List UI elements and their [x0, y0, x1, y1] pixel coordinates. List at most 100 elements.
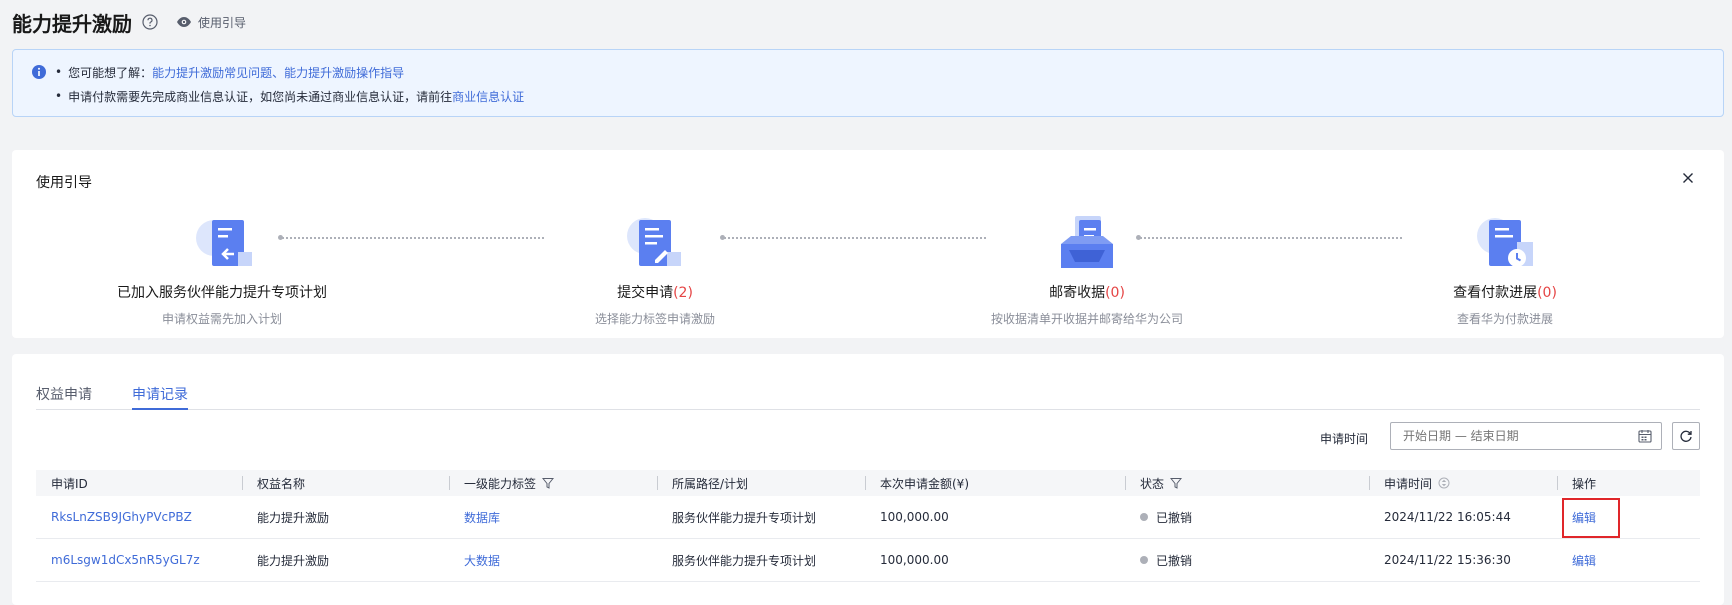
column-header-time: 申请时间	[1369, 470, 1557, 496]
cell-id: RksLnZSB9JGhyPVcPBZ	[36, 496, 242, 539]
cell-id: m6Lsgw1dCx5nR5yGL7z	[36, 539, 242, 582]
page-header: 能力提升激励 使用引导	[12, 8, 246, 36]
cell-status: 已撤销	[1125, 496, 1369, 539]
step-title: 提交申请(2)	[505, 282, 805, 302]
close-icon[interactable]	[1680, 170, 1696, 186]
status-dot	[1140, 556, 1148, 564]
step-desc: 选择能力标签申请激励	[594, 312, 715, 326]
eye-icon	[177, 17, 191, 27]
faq-link[interactable]: 能力提升激励常见问题	[152, 64, 272, 81]
step-payment-progress: 查看付款进展(0) 查看华为付款进展	[1355, 210, 1655, 327]
operation-guide-link[interactable]: 能力提升激励操作指导	[284, 64, 404, 81]
refresh-icon	[1680, 430, 1692, 442]
step-count: (0)	[1105, 285, 1125, 301]
step-count: (0)	[1537, 285, 1557, 301]
column-header-amount: 本次申请金额(¥)	[865, 470, 1125, 496]
step-title: 查看付款进展(0)	[1355, 282, 1655, 302]
table-row: m6Lsgw1dCx5nR5yGL7z 能力提升激励 大数据 服务伙伴能力提升专…	[36, 539, 1700, 582]
cell-plan: 服务伙伴能力提升专项计划	[672, 510, 817, 525]
date-range-input[interactable]	[1390, 422, 1662, 450]
step-title-text: 邮寄收据	[1049, 285, 1106, 301]
column-label: 一级能力标签	[464, 476, 537, 491]
tab-application-records[interactable]: 申请记录	[132, 384, 188, 410]
status-dot	[1140, 513, 1148, 521]
table-row: RksLnZSB9JGhyPVcPBZ 能力提升激励 数据库 服务伙伴能力提升专…	[36, 496, 1700, 539]
bullet: •	[55, 65, 63, 79]
records-table: 申请ID 权益名称 一级能力标签 所属路径/计划 本次申请金额(¥) 状态 申请…	[36, 470, 1700, 582]
document-return-icon	[196, 220, 252, 266]
cell-benefit-name: 能力提升激励	[257, 553, 330, 568]
notice-row-faq: • 您可能想了解： 能力提升激励常见问题 、 能力提升激励操作指导	[31, 60, 1705, 84]
filter-icon[interactable]	[1170, 477, 1183, 489]
cell-amount: 100,000.00	[880, 510, 949, 524]
cell-time: 2024/11/22 16:05:44	[1384, 510, 1511, 524]
apply-time-filter-label: 申请时间	[1319, 432, 1368, 446]
bullet: •	[55, 89, 63, 103]
cell-action: 编辑	[1557, 539, 1700, 582]
step-desc: 查看华为付款进展	[1456, 312, 1553, 326]
step-title-text: 已加入服务伙伴能力提升专项计划	[117, 285, 327, 301]
cell-tag: 数据库	[449, 496, 657, 539]
highlight-box	[1562, 497, 1620, 538]
mailbox-icon	[1061, 216, 1113, 268]
column-header-plan: 所属路径/计划	[657, 470, 865, 496]
filter-icon[interactable]	[542, 477, 555, 489]
step-count: (2)	[673, 285, 693, 301]
notice-prefix: 您可能想了解：	[68, 65, 153, 80]
cell-time: 2024/11/22 15:36:30	[1384, 553, 1511, 567]
column-header-id: 申请ID	[36, 470, 242, 496]
page-title: 能力提升激励	[12, 11, 132, 36]
column-header-status: 状态	[1125, 470, 1369, 496]
column-label: 本次申请金额(¥)	[880, 476, 969, 491]
step-title-text: 查看付款进展	[1453, 285, 1538, 301]
step-desc: 按收据清单开收据并邮寄给华为公司	[990, 312, 1183, 326]
separator: 、	[272, 65, 285, 80]
step-title: 邮寄收据(0)	[937, 282, 1237, 302]
step-joined-plan: 已加入服务伙伴能力提升专项计划 申请权益需先加入计划	[72, 210, 372, 327]
records-card: 权益申请 申请记录 申请时间 申请ID 权益名称 一级能力标签 所属路径/计划 …	[12, 354, 1724, 605]
table-header: 申请ID 权益名称 一级能力标签 所属路径/计划 本次申请金额(¥) 状态 申请…	[36, 470, 1700, 496]
help-icon[interactable]	[142, 14, 158, 30]
calendar-icon[interactable]	[1638, 429, 1652, 443]
column-header-action: 操作	[1557, 470, 1700, 496]
sort-icon[interactable]	[1438, 477, 1450, 489]
status-text: 已撤销	[1156, 553, 1193, 568]
cell-plan: 服务伙伴能力提升专项计划	[672, 553, 817, 568]
refresh-button[interactable]	[1672, 422, 1700, 450]
step-mail-receipt: 邮寄收据(0) 按收据清单开收据并邮寄给华为公司	[937, 210, 1237, 327]
column-label: 申请时间	[1384, 476, 1433, 491]
column-label: 权益名称	[257, 476, 306, 491]
info-icon	[31, 64, 47, 80]
document-clock-icon	[1477, 218, 1533, 267]
status-text: 已撤销	[1156, 510, 1193, 525]
usage-guide-link[interactable]: 使用引导	[176, 14, 246, 31]
usage-guide-label: 使用引导	[198, 15, 247, 30]
capability-tag-link[interactable]: 数据库	[464, 509, 500, 526]
usage-guide-card: 使用引导 已加入服务伙伴能力提升专项计划 申请权益需先加入计划 提交申请(2) …	[12, 150, 1724, 338]
step-title: 已加入服务伙伴能力提升专项计划	[72, 282, 372, 302]
step-desc: 申请权益需先加入计划	[161, 312, 282, 326]
cell-tag: 大数据	[449, 539, 657, 582]
cell-amount: 100,000.00	[880, 553, 949, 567]
tab-benefit-application[interactable]: 权益申请	[36, 384, 92, 410]
column-label: 状态	[1140, 476, 1165, 491]
business-cert-link[interactable]: 商业信息认证	[452, 88, 524, 105]
cell-action: 编辑	[1557, 496, 1700, 539]
cert-notice-text: 申请付款需要先完成商业信息认证，如您尚未通过商业信息认证，请前往	[68, 89, 453, 104]
record-id-link[interactable]: m6Lsgw1dCx5nR5yGL7z	[51, 553, 200, 567]
column-header-benefit-name: 权益名称	[242, 470, 449, 496]
step-submit-application: 提交申请(2) 选择能力标签申请激励	[505, 210, 805, 327]
cell-benefit-name: 能力提升激励	[257, 510, 330, 525]
capability-tag-link[interactable]: 大数据	[464, 552, 500, 569]
info-notice: • 您可能想了解： 能力提升激励常见问题 、 能力提升激励操作指导 • 申请付款…	[12, 49, 1724, 117]
guide-card-title: 使用引导	[36, 175, 92, 191]
document-edit-icon	[627, 218, 681, 266]
column-label: 操作	[1572, 476, 1597, 491]
tab-bar: 权益申请 申请记录	[36, 384, 1700, 410]
column-label: 申请ID	[51, 476, 88, 491]
notice-row-cert: • 申请付款需要先完成商业信息认证，如您尚未通过商业信息认证，请前往 商业信息认…	[31, 84, 1705, 108]
cell-status: 已撤销	[1125, 539, 1369, 582]
record-id-link[interactable]: RksLnZSB9JGhyPVcPBZ	[51, 510, 192, 524]
edit-link[interactable]: 编辑	[1572, 552, 1596, 569]
column-label: 所属路径/计划	[672, 476, 749, 491]
